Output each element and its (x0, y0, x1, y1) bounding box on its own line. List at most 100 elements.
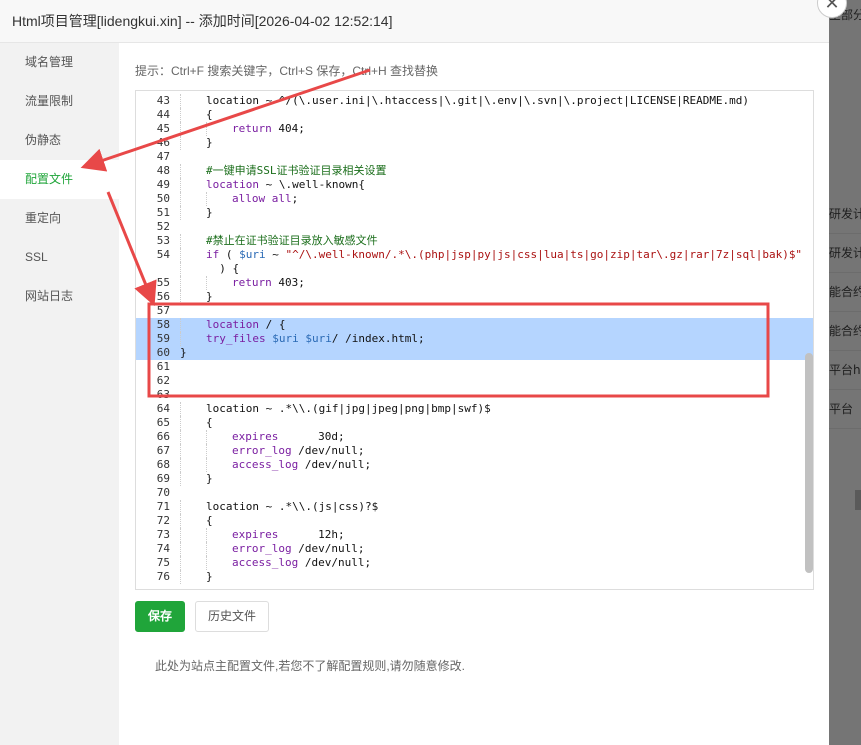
code-text: { (206, 514, 213, 528)
indent-guide (180, 332, 181, 346)
code-text: location / { (206, 318, 285, 332)
code-token: $uri (272, 332, 299, 345)
code-token: { (206, 416, 213, 429)
code-line: 58 location / { (136, 318, 813, 332)
config-warning-note: 此处为站点主配置文件,若您不了解配置规则,请勿随意修改. (155, 659, 466, 673)
code-text: expires 30d; (232, 430, 345, 444)
line-number: 75 (156, 556, 170, 569)
code-line: 71 location ~ .*\\.(js|css)?$ (136, 500, 813, 514)
code-line: 45 return 404; (136, 122, 813, 136)
code-token: return (232, 276, 272, 289)
code-line: 57 (136, 304, 813, 318)
code-token: location (206, 318, 259, 331)
line-number: 70 (156, 486, 170, 499)
code-line: 44 { (136, 108, 813, 122)
line-number: 51 (156, 206, 170, 219)
code-line: 73 expires 12h; (136, 528, 813, 542)
indent-guide (180, 248, 181, 262)
code-token: /dev/null; (291, 444, 365, 457)
code-token: if (206, 248, 220, 261)
code-token: } (206, 570, 213, 583)
code-text: #一键申请SSL证书验证目录相关设置 (206, 164, 387, 178)
save-button[interactable]: 保存 (135, 601, 185, 632)
line-number: 63 (156, 388, 170, 401)
code-token: location ~ ^/(\.user.ini|\.htaccess|\.gi… (206, 94, 750, 107)
code-line: 48 #一键申请SSL证书验证目录相关设置 (136, 164, 813, 178)
code-line: 69} (136, 472, 813, 486)
code-line: 63 (136, 388, 813, 402)
code-text: return 404; (232, 122, 305, 136)
code-line: 76} (136, 570, 813, 584)
code-token: ( (219, 248, 240, 261)
indent-guide (180, 402, 181, 416)
indent-guide (180, 206, 181, 220)
code-token: / { (258, 318, 286, 331)
sidebar-item-rewrite[interactable]: 伪静态 (0, 121, 119, 160)
code-line: 61 (136, 360, 813, 374)
background-row: 能合约 (829, 312, 861, 351)
code-text: } (206, 136, 213, 150)
line-number: 73 (156, 528, 170, 541)
code-token: ) { (206, 262, 240, 275)
editor-scrollbar[interactable] (805, 353, 813, 573)
indent-guide (180, 528, 181, 542)
indent-guide (180, 472, 181, 486)
code-text: } (206, 472, 213, 486)
code-text: error_log /dev/null; (232, 444, 364, 458)
indent-guide (180, 262, 181, 276)
code-editor[interactable]: 43 location ~ ^/(\.user.ini|\.htaccess|\.… (135, 90, 814, 590)
indent-guide (180, 192, 181, 206)
code-token: } (206, 290, 213, 303)
code-token: $uri (239, 248, 266, 261)
code-token: 12h; (278, 528, 345, 541)
code-token: /dev/null; (298, 458, 372, 471)
line-number: 53 (156, 234, 170, 247)
sidebar-item-site-logs[interactable]: 网站日志 (0, 277, 119, 316)
code-line: 43 location ~ ^/(\.user.ini|\.htaccess|\.… (136, 94, 813, 108)
code-token: error_log (232, 444, 292, 457)
code-text: return 403; (232, 276, 305, 290)
sidebar-item-config-file[interactable]: 配置文件 (0, 160, 119, 199)
code-line: 75 access_log /dev/null; (136, 556, 813, 570)
sidebar-item-domains[interactable]: 域名管理 (0, 43, 119, 82)
sidebar-item-traffic-limit[interactable]: 流量限制 (0, 82, 119, 121)
sidebar: 域名管理 流量限制 伪静态 配置文件 重定向 SSL 网站日志 (0, 43, 119, 745)
history-files-button[interactable]: 历史文件 (195, 601, 269, 632)
line-number: 46 (156, 136, 170, 149)
sidebar-item-redirect[interactable]: 重定向 (0, 199, 119, 238)
line-number: 72 (156, 514, 170, 527)
code-line: 72 { (136, 514, 813, 528)
sidebar-item-ssl[interactable]: SSL (0, 238, 119, 277)
code-line: 55 return 403; (136, 276, 813, 290)
code-token: ~ (265, 248, 286, 261)
code-line: 66 expires 30d; (136, 430, 813, 444)
code-token: / /index.html; (331, 332, 425, 345)
code-line: 60} (136, 346, 813, 360)
background-row: 平台h5 (829, 351, 861, 390)
code-token: access_log (232, 556, 299, 569)
code-token: 403; (271, 276, 305, 289)
line-number: 45 (156, 122, 170, 135)
code-line: 74 error_log /dev/null; (136, 542, 813, 556)
code-text: if ( $uri ~ "^/\.well-known/.*\.(php|jsp… (206, 248, 802, 262)
line-number: 58 (156, 318, 170, 331)
indent-guide (180, 570, 181, 584)
code-text: } (206, 206, 213, 220)
code-line: 65 { (136, 416, 813, 430)
indent-guide (180, 458, 181, 472)
indent-guide (180, 500, 181, 514)
indent-guide (180, 416, 181, 430)
line-number: 57 (156, 304, 170, 317)
code-token: error_log (232, 542, 292, 555)
line-number: 52 (156, 220, 170, 233)
code-text: } (206, 570, 213, 584)
indent-guide (180, 94, 181, 108)
code-token: location ~ .*\\.(js|css)?$ (206, 500, 379, 513)
code-text: allow all; (232, 192, 298, 206)
code-line: 46} (136, 136, 813, 150)
indent-guide (180, 164, 181, 178)
code-text: { (206, 416, 213, 430)
code-text: location ~ .*\\.(js|css)?$ (206, 500, 378, 514)
line-number: 44 (156, 108, 170, 121)
